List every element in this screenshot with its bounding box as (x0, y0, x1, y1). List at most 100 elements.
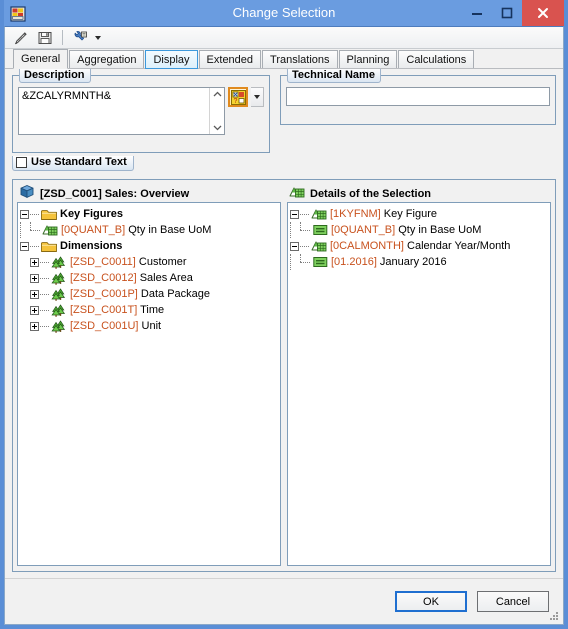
tab-translations[interactable]: Translations (262, 50, 338, 69)
tree-node-january-2016[interactable]: [01.2016] January 2016 (290, 254, 548, 270)
expand-icon[interactable] (30, 257, 39, 267)
properties-wrench-icon[interactable] (70, 29, 90, 47)
tree-connector (290, 222, 291, 238)
tree-node-customer[interactable]: [ZSD_C0011] Customer (20, 254, 278, 270)
expand-icon[interactable] (30, 289, 39, 299)
tree-connector (40, 293, 49, 295)
expand-icon[interactable] (30, 321, 39, 331)
tree-text: Unit (138, 320, 162, 332)
tree-node-key-figures[interactable]: Key Figures (20, 206, 278, 222)
infoprovider-panel: [ZSD_C001] Sales: Overview Key Figures [… (17, 185, 281, 566)
tree-node-quant-b[interactable]: [0QUANT_B] Qty in Base UoM (20, 222, 278, 238)
technical-name-input[interactable] (286, 87, 550, 106)
minimize-icon[interactable] (462, 0, 492, 26)
tree-node-time[interactable]: [ZSD_C001T] Time (20, 302, 278, 318)
tree-connector (300, 213, 309, 215)
expand-icon[interactable] (30, 305, 39, 315)
infoprovider-text: Sales: Overview (101, 187, 190, 200)
resize-grip[interactable] (548, 610, 560, 622)
chevron-down-icon[interactable] (95, 35, 101, 40)
description-textarea[interactable]: &ZCALYRMNTH& (18, 87, 226, 135)
tree-node-data-package[interactable]: [ZSD_C001P] Data Package (20, 286, 278, 302)
tab-display[interactable]: Display (145, 50, 198, 69)
tree-text: Time (137, 304, 165, 316)
tree-technical: [0CALMONTH] (330, 240, 404, 252)
tree-node-unit[interactable]: [ZSD_C001U] Unit (20, 318, 278, 334)
expand-icon[interactable] (30, 273, 39, 283)
tree-text: Key Figure (380, 208, 437, 220)
description-row: &ZCALYRMNTH& ? (18, 87, 264, 135)
description-scrollbar[interactable] (209, 88, 225, 134)
cancel-button[interactable]: Cancel (477, 591, 549, 612)
infoprovider-technical: [ZSD_C001] (40, 187, 102, 200)
tree-text: Qty in Base UoM (125, 224, 212, 236)
tree-label: [ZSD_C001U] Unit (70, 319, 161, 333)
description-value[interactable]: &ZCALYRMNTH& (19, 88, 209, 134)
use-standard-text-checkbox[interactable]: Use Standard Text (12, 156, 134, 171)
tab-calculations[interactable]: Calculations (398, 50, 475, 69)
close-icon[interactable] (522, 0, 564, 26)
dialog-button-bar: OK Cancel (5, 578, 563, 624)
tree-node-quant-b-member[interactable]: [0QUANT_B] Qty in Base UoM (290, 222, 548, 238)
toolbar-separator (62, 30, 63, 45)
tree-connector (290, 254, 291, 270)
tree-technical: [ZSD_C001T] (70, 304, 138, 316)
save-icon[interactable] (35, 29, 55, 47)
tree-connector (300, 254, 310, 270)
tree-node-dimensions[interactable]: Dimensions (20, 238, 278, 254)
use-standard-text-label: Use Standard Text (31, 156, 127, 168)
tree-text: January 2016 (376, 256, 447, 268)
scroll-up-arrow-icon[interactable] (212, 90, 223, 99)
member-green-icon (312, 223, 328, 238)
text-variable-icon[interactable]: ? (228, 87, 249, 107)
tree-node-kyfnm[interactable]: [1KYFNM] Key Figure (290, 206, 548, 222)
scroll-down-arrow-icon[interactable] (212, 123, 223, 132)
tree-connector (20, 222, 21, 238)
chevron-down-icon (254, 95, 261, 99)
collapse-icon[interactable] (290, 209, 299, 219)
check-pencil-icon[interactable] (11, 29, 31, 47)
key-figure-icon (311, 207, 327, 222)
collapse-icon[interactable] (20, 209, 29, 219)
tree-text: Qty in Base UoM (395, 224, 482, 236)
maximize-icon[interactable] (492, 0, 522, 26)
tab-strip: General Aggregation Display Extended Tra… (5, 49, 563, 69)
tab-aggregation[interactable]: Aggregation (69, 50, 145, 69)
dimension-trees-icon (51, 287, 67, 302)
tree-technical: [ZSD_C001U] (70, 320, 139, 332)
tree-node-calmonth[interactable]: [0CALMONTH] Calendar Year/Month (290, 238, 548, 254)
tab-general[interactable]: General (13, 49, 69, 69)
tree-technical: [ZSD_C0012] (70, 272, 137, 284)
infoprovider-tree[interactable]: Key Figures [0QUANT_B] Qty in Base UoM D… (17, 202, 281, 566)
tree-node-sales-area[interactable]: [ZSD_C0012] Sales Area (20, 270, 278, 286)
ok-button[interactable]: OK (395, 591, 467, 612)
tree-technical: [0QUANT_B] (61, 224, 126, 236)
tree-technical: [ZSD_C001P] (70, 288, 138, 300)
text-variable-dropdown[interactable] (251, 87, 264, 107)
tree-label: [ZSD_C0011] Customer (70, 255, 187, 269)
key-figure-icon (289, 185, 305, 202)
tab-extended[interactable]: Extended (198, 50, 262, 69)
details-title: Details of the Selection (310, 187, 432, 200)
tree-label: [1KYFNM] Key Figure (330, 207, 437, 221)
tree-technical: [0QUANT_B] (331, 224, 396, 236)
toolbar (5, 27, 563, 49)
dimension-trees-icon (51, 303, 67, 318)
svg-text:?: ? (233, 98, 237, 105)
tree-technical: [01.2016] (331, 256, 377, 268)
infoprovider-title: [ZSD_C001] Sales: Overview (40, 188, 189, 200)
tree-label: [ZSD_C001P] Data Package (70, 287, 210, 301)
window-controls (462, 0, 564, 26)
tab-planning[interactable]: Planning (338, 50, 398, 69)
collapse-icon[interactable] (290, 241, 299, 251)
tree-label: [0QUANT_B] Qty in Base UoM (61, 223, 211, 237)
tree-label: [0QUANT_B] Qty in Base UoM (331, 223, 481, 237)
dimension-trees-icon (51, 319, 67, 334)
details-tree[interactable]: [1KYFNM] Key Figure [0QUANT_B] Qty in Ba… (287, 202, 551, 566)
tree-connector (30, 222, 40, 238)
tree-connector (30, 213, 39, 215)
checkbox-box-icon[interactable] (16, 157, 27, 168)
collapse-icon[interactable] (20, 241, 29, 251)
